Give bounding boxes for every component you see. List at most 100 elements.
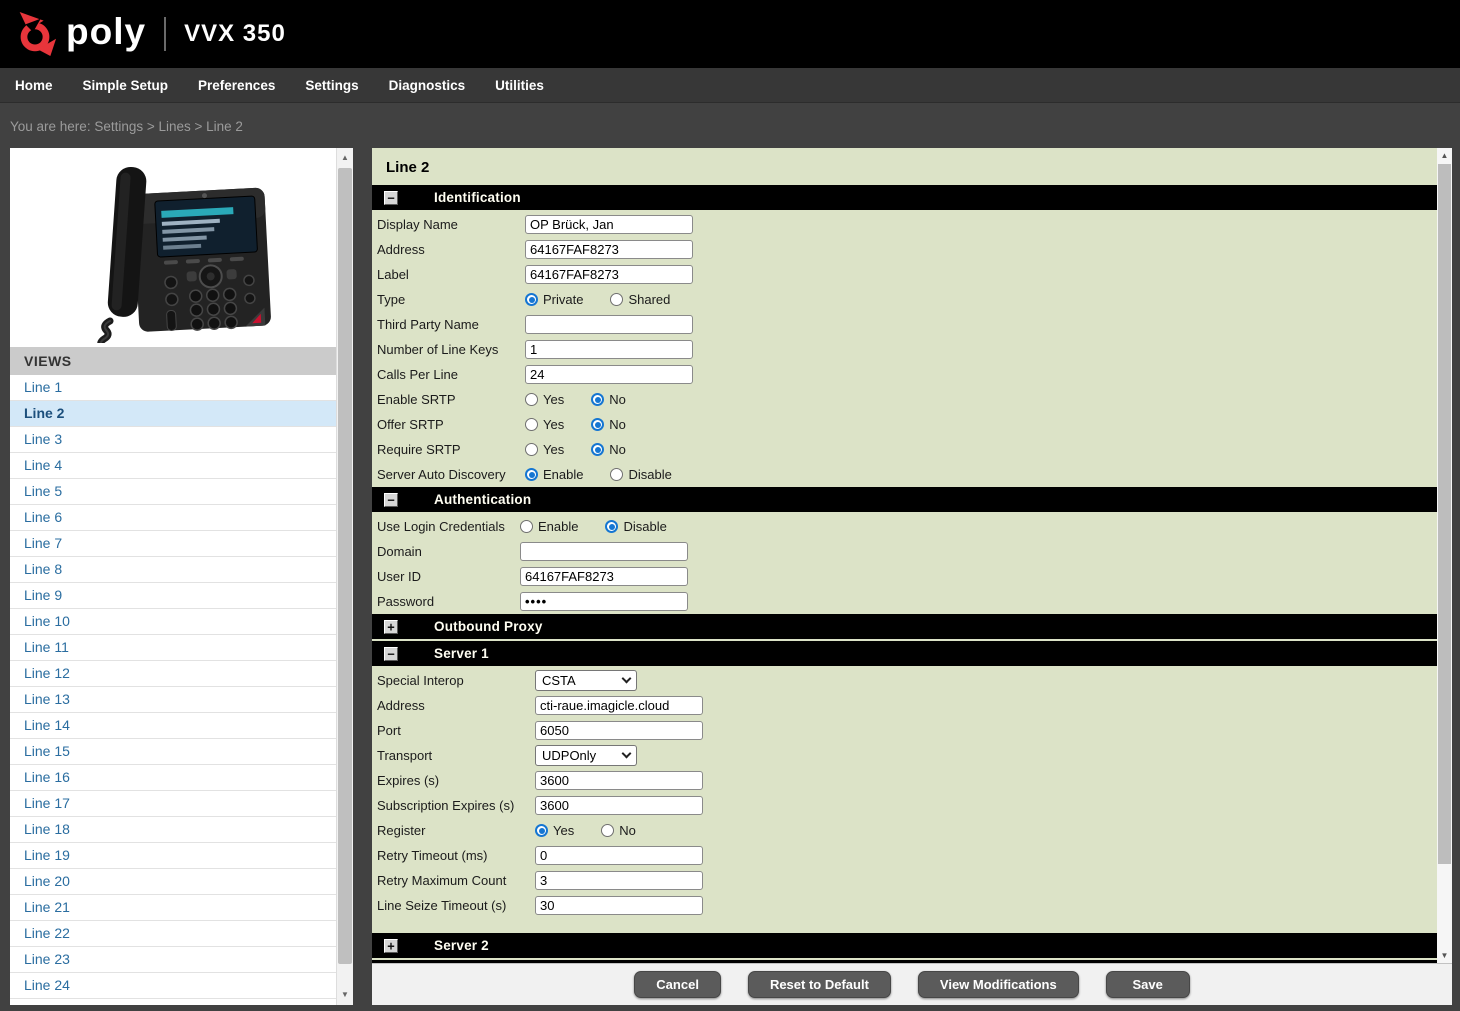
enable-srtp-option-yes[interactable]: Yes [525,392,564,407]
nav-item-preferences[interactable]: Preferences [183,68,290,103]
radio-unselected-icon[interactable] [520,520,533,533]
radio-unselected-icon[interactable] [525,418,538,431]
row-transport: TransportUDPOnly [372,743,1437,768]
use-login-credentials-option-disable[interactable]: Disable [605,519,666,534]
save-button[interactable]: Save [1106,971,1190,998]
retry-timeout-ms-input[interactable] [535,846,703,865]
reset-to-default-button[interactable]: Reset to Default [748,971,891,998]
transport-select[interactable]: UDPOnly [535,745,637,766]
radio-unselected-icon[interactable] [610,293,623,306]
special-interop-select[interactable]: CSTA [535,670,637,691]
sidebar-item-line-17[interactable]: Line 17 [10,791,336,817]
subscription-expires-s-input[interactable] [535,796,703,815]
address-input[interactable] [535,696,703,715]
label-label: Label [377,267,525,282]
sidebar-item-line-16[interactable]: Line 16 [10,765,336,791]
sidebar-item-line-5[interactable]: Line 5 [10,479,336,505]
sidebar-item-line-14[interactable]: Line 14 [10,713,336,739]
panel-scroll-up-icon[interactable]: ▲ [1437,148,1452,163]
sidebar-item-line-9[interactable]: Line 9 [10,583,336,609]
section-header-authentication[interactable]: −Authentication [372,487,1437,512]
calls-per-line-input[interactable] [525,365,693,384]
use-login-credentials-option-enable[interactable]: Enable [520,519,578,534]
radio-unselected-icon[interactable] [525,443,538,456]
sidebar-item-line-7[interactable]: Line 7 [10,531,336,557]
radio-unselected-icon[interactable] [601,824,614,837]
radio-selected-icon[interactable] [605,520,618,533]
sidebar-item-line-22[interactable]: Line 22 [10,921,336,947]
require-srtp-option-no[interactable]: No [591,442,626,457]
server-auto-discovery-option-disable[interactable]: Disable [610,467,671,482]
sidebar-item-line-18[interactable]: Line 18 [10,817,336,843]
section-header-server2[interactable]: +Server 2 [372,933,1437,958]
sidebar-item-line-23[interactable]: Line 23 [10,947,336,973]
cancel-button[interactable]: Cancel [634,971,721,998]
expand-icon[interactable]: + [384,939,398,953]
expand-icon[interactable]: + [384,620,398,634]
register-option-no[interactable]: No [601,823,636,838]
line-seize-timeout-s-input[interactable] [535,896,703,915]
nav-item-home[interactable]: Home [0,68,68,103]
sidebar-item-line-20[interactable]: Line 20 [10,869,336,895]
sidebar-item-line-1[interactable]: Line 1 [10,375,336,401]
port-input[interactable] [535,721,703,740]
sidebar-item-line-8[interactable]: Line 8 [10,557,336,583]
collapse-icon[interactable]: − [384,191,398,205]
sidebar-item-line-3[interactable]: Line 3 [10,427,336,453]
sidebar-item-line-13[interactable]: Line 13 [10,687,336,713]
offer-srtp-option-yes[interactable]: Yes [525,417,564,432]
sidebar-item-line-12[interactable]: Line 12 [10,661,336,687]
radio-selected-icon[interactable] [535,824,548,837]
collapse-icon[interactable]: − [384,493,398,507]
panel-scroll-down-icon[interactable]: ▼ [1437,948,1452,963]
enable-srtp-option-no[interactable]: No [591,392,626,407]
user-id-input[interactable] [520,567,688,586]
panel-scrollbar[interactable]: ▲ ▼ [1437,148,1452,963]
sidebar-item-line-19[interactable]: Line 19 [10,843,336,869]
radio-selected-icon[interactable] [525,293,538,306]
view-modifications-button[interactable]: View Modifications [918,971,1079,998]
sidebar-item-line-15[interactable]: Line 15 [10,739,336,765]
nav-item-utilities[interactable]: Utilities [480,68,559,103]
address-input[interactable] [525,240,693,259]
radio-unselected-icon[interactable] [525,393,538,406]
sidebar-scroll-up-icon[interactable]: ▲ [337,150,353,166]
type-option-private[interactable]: Private [525,292,583,307]
sidebar-item-line-6[interactable]: Line 6 [10,505,336,531]
domain-input[interactable] [520,542,688,561]
sidebar-item-line-10[interactable]: Line 10 [10,609,336,635]
collapse-icon[interactable]: − [384,647,398,661]
retry-maximum-count-input[interactable] [535,871,703,890]
sidebar-item-line-2[interactable]: Line 2 [10,401,336,427]
section-header-server1[interactable]: −Server 1 [372,641,1437,666]
section-header-identification[interactable]: −Identification [372,185,1437,210]
third-party-name-input[interactable] [525,315,693,334]
password-input[interactable] [520,592,688,611]
panel-scroll-thumb[interactable] [1438,164,1451,864]
display-name-input[interactable] [525,215,693,234]
register-option-yes[interactable]: Yes [535,823,574,838]
offer-srtp-option-no[interactable]: No [591,417,626,432]
sidebar-item-line-4[interactable]: Line 4 [10,453,336,479]
sidebar-scrollbar[interactable]: ▲ ▼ [336,148,353,1005]
radio-selected-icon[interactable] [591,418,604,431]
nav-item-simple-setup[interactable]: Simple Setup [68,68,184,103]
radio-unselected-icon[interactable] [610,468,623,481]
radio-selected-icon[interactable] [591,393,604,406]
expires-s-input[interactable] [535,771,703,790]
sidebar-scroll-down-icon[interactable]: ▼ [337,987,353,1003]
sidebar-item-line-11[interactable]: Line 11 [10,635,336,661]
type-option-shared[interactable]: Shared [610,292,670,307]
radio-selected-icon[interactable] [525,468,538,481]
require-srtp-option-yes[interactable]: Yes [525,442,564,457]
radio-selected-icon[interactable] [591,443,604,456]
sidebar-scroll-thumb[interactable] [338,168,352,964]
number-of-line-keys-input[interactable] [525,340,693,359]
server-auto-discovery-option-enable[interactable]: Enable [525,467,583,482]
sidebar-item-line-24[interactable]: Line 24 [10,973,336,999]
sidebar-item-line-21[interactable]: Line 21 [10,895,336,921]
section-header-outbound-proxy[interactable]: +Outbound Proxy [372,614,1437,639]
nav-item-diagnostics[interactable]: Diagnostics [374,68,481,103]
label-input[interactable] [525,265,693,284]
nav-item-settings[interactable]: Settings [290,68,373,103]
